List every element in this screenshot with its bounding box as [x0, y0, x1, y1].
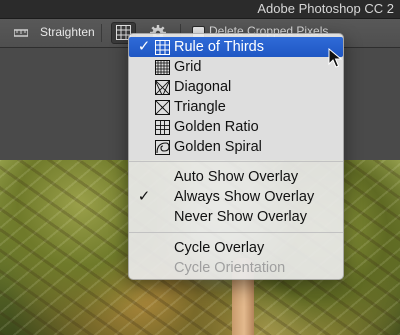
checkmark-icon: ✓	[137, 188, 151, 205]
menu-item-cycle-orientation: Cycle Orientation	[129, 258, 343, 278]
straighten-button[interactable]: Straighten	[40, 25, 95, 39]
golden-spiral-icon	[155, 140, 170, 155]
checkmark-icon: ✓	[137, 38, 151, 55]
mouse-cursor-icon	[328, 48, 342, 68]
rule-of-thirds-icon	[155, 40, 170, 55]
menu-item-never-show-overlay[interactable]: Never Show Overlay	[129, 207, 343, 227]
menu-item-label: Grid	[174, 59, 202, 75]
menu-item-golden-spiral[interactable]: Golden Spiral	[129, 137, 343, 157]
golden-ratio-icon	[155, 120, 170, 135]
overlay-options-menu: ✓ Rule of Thirds Grid Diagonal Triangle …	[128, 33, 344, 280]
menu-item-golden-ratio[interactable]: Golden Ratio	[129, 117, 343, 137]
diagonal-icon	[155, 80, 170, 95]
menu-item-triangle[interactable]: Triangle	[129, 97, 343, 117]
menu-item-label: Auto Show Overlay	[174, 169, 299, 185]
triangle-icon	[155, 100, 170, 115]
menu-item-label: Rule of Thirds	[174, 39, 264, 55]
menu-item-label: Cycle Orientation	[174, 260, 286, 276]
app-title: Adobe Photoshop CC 2	[257, 1, 394, 16]
menu-item-label: Diagonal	[174, 79, 232, 95]
menu-item-diagonal[interactable]: Diagonal	[129, 77, 343, 97]
menu-item-auto-show-overlay[interactable]: Auto Show Overlay	[129, 167, 343, 187]
menu-item-label: Triangle	[174, 99, 226, 115]
menu-item-label: Never Show Overlay	[174, 209, 307, 225]
toolbar-separator	[101, 24, 102, 42]
grid-icon	[155, 60, 170, 75]
menu-item-label: Golden Spiral	[174, 139, 262, 155]
menu-item-rule-of-thirds[interactable]: ✓ Rule of Thirds	[129, 37, 343, 57]
menu-item-grid[interactable]: Grid	[129, 57, 343, 77]
menu-item-label: Golden Ratio	[174, 119, 259, 135]
title-bar: Adobe Photoshop CC 2	[0, 0, 400, 19]
menu-item-label: Always Show Overlay	[174, 189, 315, 205]
menu-item-label: Cycle Overlay	[174, 240, 265, 256]
menu-item-always-show-overlay[interactable]: ✓ Always Show Overlay	[129, 187, 343, 207]
menu-divider	[129, 232, 343, 233]
straighten-icon[interactable]	[14, 27, 28, 37]
menu-item-cycle-overlay[interactable]: Cycle Overlay	[129, 238, 343, 258]
menu-divider	[129, 161, 343, 162]
